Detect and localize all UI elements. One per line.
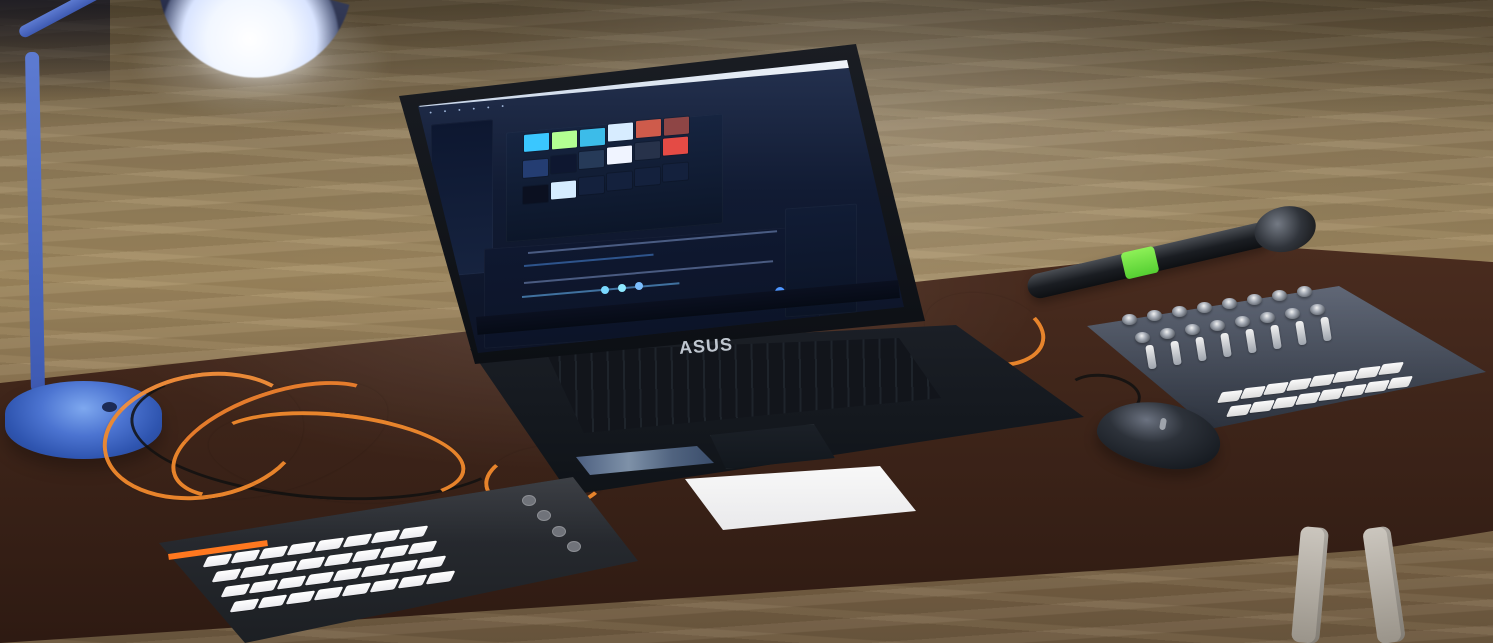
knob [1235, 316, 1250, 327]
media-thumb [524, 132, 549, 152]
media-thumb [663, 136, 688, 156]
media-thumb [579, 149, 604, 170]
menu-item: • [429, 109, 433, 117]
menu-item: • [501, 102, 505, 111]
laptop-screen: • • • • • • [418, 60, 904, 353]
media-thumb [579, 175, 604, 196]
laptop-brand-label: ASUS [678, 334, 734, 358]
side-button [522, 495, 536, 506]
media-thumb [607, 171, 632, 191]
menu-item: • [486, 104, 490, 112]
menu-item: • [443, 107, 447, 116]
knob [1172, 306, 1187, 317]
media-thumb [523, 184, 548, 205]
knob [1135, 332, 1150, 343]
knob [1310, 304, 1325, 315]
music-workstation-scene: • • • • • • ASUS [0, 0, 1493, 643]
media-thumb [551, 154, 576, 174]
knob [1210, 320, 1225, 331]
side-button [537, 510, 551, 521]
knob [1160, 328, 1175, 339]
knob [1260, 312, 1275, 323]
media-thumb [636, 118, 661, 139]
knob [1247, 294, 1262, 305]
menu-item: • [472, 105, 476, 113]
screen-indicator-icon [618, 284, 626, 292]
knob [1122, 314, 1137, 325]
media-thumb [635, 141, 660, 161]
side-button [552, 526, 566, 537]
media-thumb [523, 158, 548, 179]
media-thumb [551, 180, 576, 200]
knob [1197, 302, 1212, 313]
menu-item: • [457, 106, 461, 114]
screen-indicator-icon [635, 282, 643, 290]
media-thumb [552, 130, 577, 150]
knob [1297, 286, 1312, 297]
microphone-band [1120, 245, 1160, 280]
media-thumb [607, 145, 632, 165]
screen-media-grid [506, 113, 723, 243]
media-thumb [663, 162, 688, 182]
screen-indicator-icon [601, 286, 609, 294]
knob [1222, 298, 1237, 309]
knob [1285, 308, 1300, 319]
media-thumb [664, 116, 689, 136]
knob [1185, 324, 1200, 335]
knob [1147, 310, 1162, 321]
knob [1272, 290, 1287, 301]
media-thumb [635, 167, 660, 187]
media-thumb [580, 127, 605, 148]
media-thumb [608, 122, 633, 142]
side-button [567, 541, 581, 552]
